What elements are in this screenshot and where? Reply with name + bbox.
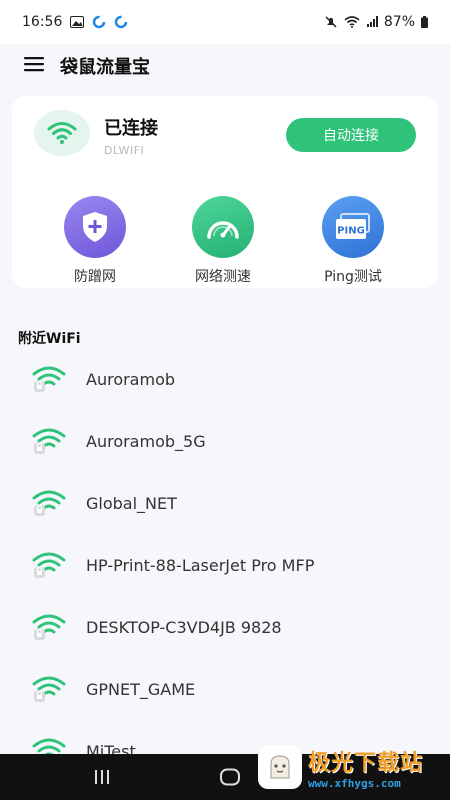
wifi-name: Auroramob_5G — [86, 431, 206, 451]
locked-wifi-icon — [32, 613, 66, 641]
connection-status: 已连接 — [104, 118, 158, 139]
connection-card: 已连接 DLWIFI 自动连接 防蹭网 网络测速 PING Ping测试 — [12, 96, 438, 288]
wifi-name: Global_NET — [86, 493, 177, 513]
locked-wifi-icon — [32, 489, 66, 517]
battery-percent: 87% — [383, 14, 415, 30]
app-bar: 袋鼠流量宝 — [0, 44, 450, 88]
wifi-list-item[interactable]: HP-Print-88-LaserJet Pro MFP — [0, 534, 450, 596]
gallery-icon — [70, 16, 85, 28]
watermark-title: 极光下载站 — [308, 750, 424, 776]
status-bar: 16:56 87% — [0, 0, 450, 44]
wifi-list: Auroramob Auroramob_5G Global_NET HP-Pri… — [0, 348, 450, 782]
site-watermark: 极光下载站 www.xfhygs.com — [258, 744, 444, 790]
feature-label: 网络测速 — [195, 269, 251, 285]
wifi-list-item[interactable]: DESKTOP-C3VD4JB 9828 — [0, 596, 450, 658]
wifi-name: HP-Print-88-LaserJet Pro MFP — [86, 555, 315, 575]
locked-wifi-icon — [32, 365, 66, 393]
connected-ssid: DLWIFI — [104, 144, 145, 157]
ping-icon-text: PING — [337, 226, 365, 237]
locked-wifi-icon — [32, 551, 66, 579]
battery-icon — [421, 16, 428, 28]
wifi-name: Auroramob — [86, 369, 176, 389]
wifi-name: GPNET_GAME — [86, 679, 196, 699]
mute-icon — [324, 15, 338, 29]
ping-icon: PING — [322, 196, 384, 258]
locked-wifi-icon — [32, 675, 66, 703]
feature-anti-leech[interactable]: 防蹭网 — [40, 196, 150, 286]
locked-wifi-icon — [32, 427, 66, 455]
auto-connect-button[interactable]: 自动连接 — [286, 118, 416, 152]
notification-ring-icon — [92, 15, 106, 29]
wifi-list-item[interactable]: Global_NET — [0, 472, 450, 534]
wifi-list-item[interactable]: GPNET_GAME — [0, 658, 450, 720]
speedometer-icon — [192, 196, 254, 258]
feature-label: 防蹭网 — [74, 269, 116, 285]
connected-wifi-icon — [34, 110, 90, 156]
menu-icon[interactable] — [24, 56, 44, 76]
wifi-list-item[interactable]: Auroramob_5G — [0, 410, 450, 472]
watermark-url: www.xfhygs.com — [308, 776, 401, 790]
feature-speed-test[interactable]: 网络测速 — [168, 196, 278, 286]
signal-icon — [366, 16, 378, 28]
feature-label: Ping测试 — [324, 269, 382, 285]
wifi-name: DESKTOP-C3VD4JB 9828 — [86, 617, 282, 637]
recents-icon[interactable] — [52, 769, 152, 785]
wifi-list-item[interactable]: Auroramob — [0, 348, 450, 410]
watermark-logo-icon — [258, 745, 302, 789]
app-title: 袋鼠流量宝 — [60, 57, 150, 78]
nearby-wifi-title: 附近WiFi — [18, 331, 81, 347]
notification-ring-icon — [114, 15, 128, 29]
feature-ping-test[interactable]: PING Ping测试 — [298, 196, 408, 286]
status-time: 16:56 — [22, 14, 63, 30]
wifi-status-icon — [344, 16, 360, 28]
shield-plus-icon — [64, 196, 126, 258]
